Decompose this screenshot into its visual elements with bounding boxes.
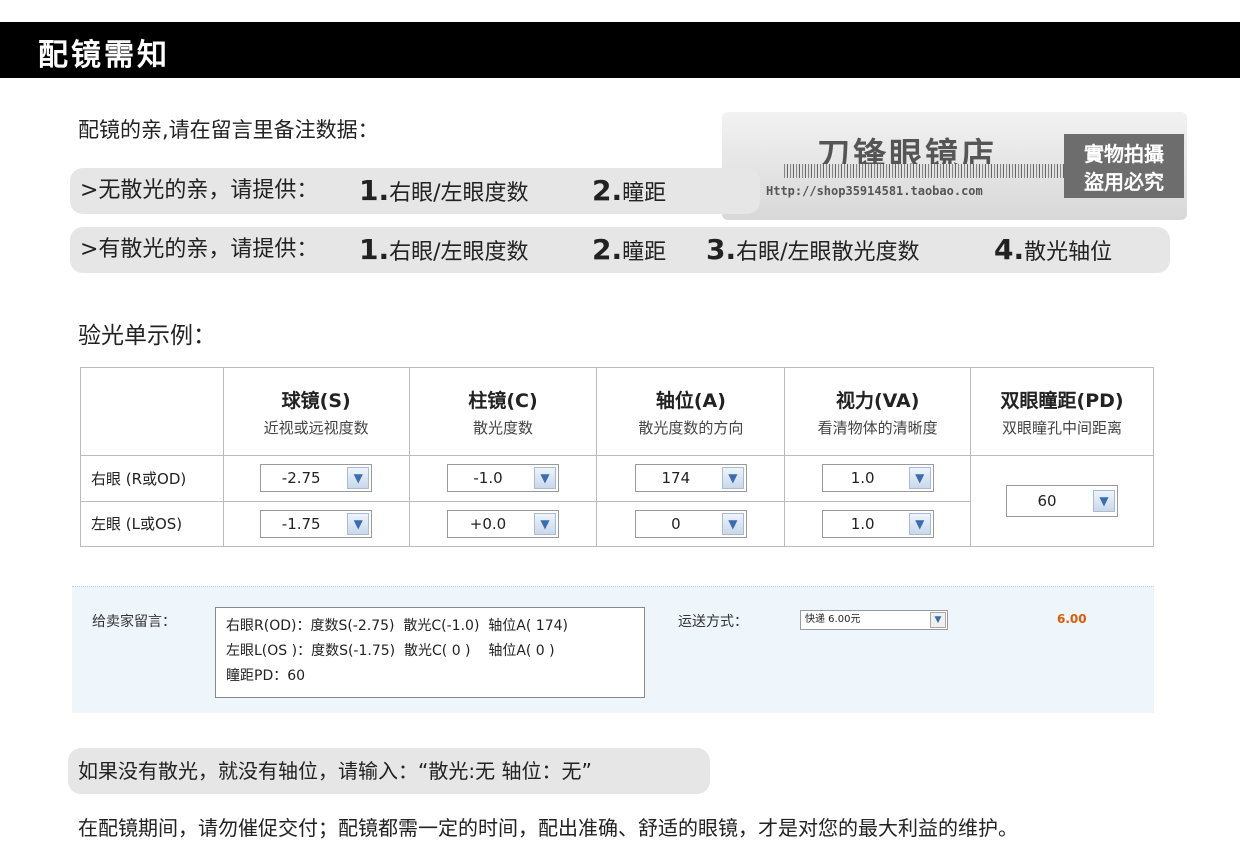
chevron-down-icon: ▼ xyxy=(347,467,370,490)
prescription-table: 球镜(S) 近视或远视度数 柱镜(C) 散光度数 轴位(A) 散光度数的方向 视力(V… xyxy=(80,367,1154,547)
col-header-vision: 视力(VA) 看清物体的清晰度 xyxy=(784,367,972,456)
right-cylinder-select[interactable]: -1.0 ▼ xyxy=(447,464,560,493)
chevron-down-icon: ▼ xyxy=(930,612,946,628)
pd-select[interactable]: 60 ▼ xyxy=(1006,485,1119,517)
no-astig-prefix: >无散光的亲，请提供： xyxy=(80,178,319,203)
message-line-1: 右眼R(OD)：度数S(-2.75) 散光C(-1.0) 轴位A( 174) xyxy=(226,618,568,634)
shipping-value: 快递 6.00元 xyxy=(805,614,861,625)
left-sphere-select[interactable]: -1.75 ▼ xyxy=(260,509,373,538)
col-header-sphere: 球镜(S) 近视或远视度数 xyxy=(222,367,410,456)
row-label-left-eye: 左眼 (L或OS) xyxy=(80,500,224,547)
no-astig-item-2: 2.瞳距 xyxy=(592,174,667,207)
chevron-down-icon: ▼ xyxy=(721,467,744,490)
message-label: 给卖家留言： xyxy=(92,614,176,630)
note-pill: 如果没有散光，就没有轴位，请输入：“散光:无 轴位：无” xyxy=(68,748,710,794)
shipping-select[interactable]: 快递 6.00元 ▼ xyxy=(800,610,948,630)
left-vision-select[interactable]: 1.0 ▼ xyxy=(821,509,934,538)
order-panel: 给卖家留言： 右眼R(OD)：度数S(-2.75) 散光C(-1.0) 轴位A(… xyxy=(72,586,1154,713)
chevron-down-icon: ▼ xyxy=(347,512,370,535)
left-cylinder-select[interactable]: +0.0 ▼ xyxy=(447,509,560,538)
barcode-graphic xyxy=(784,164,1074,178)
note-text: 如果没有散光，就没有轴位，请输入：“散光:无 轴位：无” xyxy=(78,759,592,783)
intro-text: 配镜的亲,请在留言里备注数据： xyxy=(78,118,379,142)
chevron-down-icon: ▼ xyxy=(534,467,557,490)
chevron-down-icon: ▼ xyxy=(908,467,931,490)
with-astig-pill: >有散光的亲，请提供： 1.右眼/左眼度数 2.瞳距 3.右眼/左眼散光度数 4… xyxy=(70,227,1170,273)
right-vision-select[interactable]: 1.0 ▼ xyxy=(821,464,934,493)
badge-line-1: 實物拍攝 xyxy=(1084,142,1164,166)
col-header-axis: 轴位(A) 散光度数的方向 xyxy=(596,367,786,456)
chevron-down-icon: ▼ xyxy=(1093,490,1116,512)
example-title: 验光单示例： xyxy=(78,323,216,349)
header-bar xyxy=(0,22,1240,78)
table-corner xyxy=(80,367,224,456)
no-astig-item-1: 1.右眼/左眼度数 xyxy=(359,174,529,207)
page-title: 配镜需知 xyxy=(38,38,170,73)
shipping-price: 6.00 xyxy=(1057,612,1087,626)
no-astig-pill: >无散光的亲，请提供： 1.右眼/左眼度数 2.瞳距 xyxy=(70,168,760,214)
message-line-3: 瞳距PD：60 xyxy=(226,668,306,684)
chevron-down-icon: ▼ xyxy=(721,512,744,535)
watermark-url: Http://shop35914581.taobao.com xyxy=(766,184,983,198)
col-header-pd: 双眼瞳距(PD) 双眼瞳孔中间距离 xyxy=(970,367,1154,456)
shipping-label: 运送方式： xyxy=(678,614,748,630)
col-header-cylinder: 柱镜(C) 散光度数 xyxy=(408,367,598,456)
with-astig-item-3: 3.右眼/左眼散光度数 xyxy=(706,233,920,266)
right-sphere-select[interactable]: -2.75 ▼ xyxy=(260,464,373,493)
with-astig-item-2: 2.瞳距 xyxy=(592,233,667,266)
right-axis-select[interactable]: 174 ▼ xyxy=(634,464,747,493)
watermark-badge: 實物拍攝 盜用必究 xyxy=(1064,134,1184,198)
chevron-down-icon: ▼ xyxy=(534,512,557,535)
row-label-right-eye: 右眼 (R或OD) xyxy=(80,455,224,502)
message-line-2: 左眼L(OS )：度数S(-1.75) 散光C( 0 ) 轴位A( 0 ) xyxy=(226,643,555,659)
table-row-right-eye: 右眼 (R或OD) -2.75 ▼ -1.0 ▼ 174 ▼ 1.0 ▼ 60 ▼ xyxy=(80,455,1154,547)
shop-watermark: 刀锋眼镜店 Http://shop35914581.taobao.com 實物拍… xyxy=(722,112,1187,220)
with-astig-prefix: >有散光的亲，请提供： xyxy=(80,237,319,262)
footer-text: 在配镜期间，请勿催促交付；配镜都需一定的时间，配出准确、舒适的眼镜，才是对您的最… xyxy=(78,816,1018,840)
with-astig-item-4: 4.散光轴位 xyxy=(994,233,1113,266)
badge-line-2: 盜用必究 xyxy=(1084,170,1164,194)
with-astig-item-1: 1.右眼/左眼度数 xyxy=(359,233,529,266)
chevron-down-icon: ▼ xyxy=(908,512,931,535)
seller-message-box[interactable]: 右眼R(OD)：度数S(-2.75) 散光C(-1.0) 轴位A( 174) 左… xyxy=(215,607,645,698)
left-axis-select[interactable]: 0 ▼ xyxy=(634,509,747,538)
